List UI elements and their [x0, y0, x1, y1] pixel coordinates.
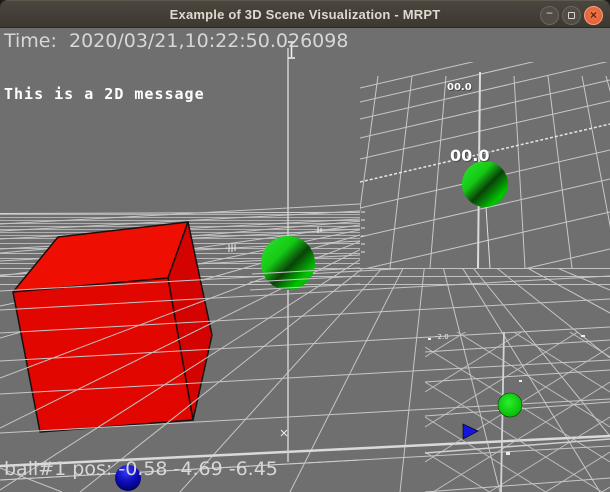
- titlebar[interactable]: Example of 3D Scene Visualization - MRPT…: [0, 0, 610, 28]
- tr-label-near: 00.0: [450, 146, 489, 165]
- br-green-sphere: [498, 393, 522, 417]
- time-label: Time: 2020/03/21,10:22:50.026098: [4, 30, 348, 52]
- app-window: Example of 3D Scene Visualization - MRPT…: [0, 0, 610, 492]
- subview-bottom-right[interactable]: -2.0: [425, 332, 610, 492]
- minimize-button[interactable]: −: [540, 6, 559, 25]
- close-icon: ×: [590, 8, 597, 22]
- subview-tr-svg: [360, 62, 610, 268]
- tr-label-far: 00.0: [447, 82, 472, 93]
- subview-top-right[interactable]: 00.0 00.0: [360, 62, 610, 268]
- subview-br-svg: [425, 332, 610, 492]
- br-tick-label: -2.0: [435, 333, 449, 341]
- maximize-button[interactable]: [562, 6, 581, 25]
- minimize-icon: −: [546, 8, 553, 18]
- br-grid-major-h: [425, 439, 610, 453]
- tr-green-sphere: [462, 161, 508, 207]
- br-blue-arrow: [463, 424, 478, 439]
- tr-axis-below-sphere: [486, 207, 490, 268]
- main-3d-viewport[interactable]: Time: 2020/03/21,10:22:50.026098 This is…: [0, 28, 610, 492]
- maximize-icon: [568, 12, 575, 19]
- ball-position-label: ball#1 pos: -0.58 -4.69 -6.45: [4, 458, 278, 480]
- close-button[interactable]: ×: [584, 6, 603, 25]
- window-controls: − ×: [540, 1, 603, 29]
- 2d-message-label: This is a 2D message: [4, 85, 205, 103]
- green-sphere: [261, 236, 315, 290]
- tr-left-ticks: [361, 212, 365, 252]
- window-title: Example of 3D Scene Visualization - MRPT: [0, 7, 610, 22]
